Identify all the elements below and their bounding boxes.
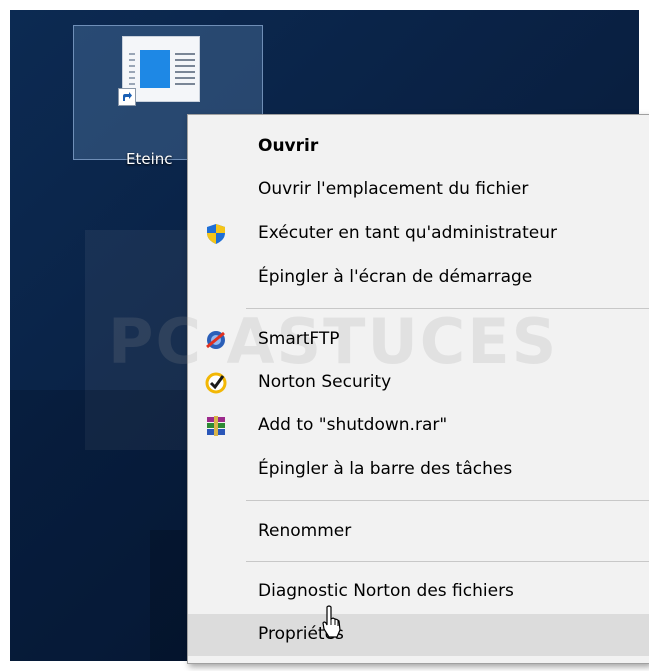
desktop-icon-label: Eteinc bbox=[126, 150, 173, 168]
menu-item-open-file-location[interactable]: Ouvrir l'emplacement du fichier bbox=[188, 169, 649, 211]
smartftp-icon bbox=[205, 329, 227, 351]
menu-item-pin-to-start[interactable]: Épingler à l'écran de démarrage bbox=[188, 257, 649, 299]
menu-separator bbox=[246, 500, 649, 501]
menu-separator bbox=[246, 308, 649, 309]
menu-item-label: Add to "shutdown.rar" bbox=[258, 415, 448, 435]
shortcut-arrow-icon bbox=[118, 88, 136, 106]
menu-item-smartftp[interactable]: SmartFTP bbox=[188, 319, 649, 361]
menu-item-norton-security[interactable]: Norton Security bbox=[188, 362, 649, 404]
uac-shield-icon bbox=[205, 223, 227, 245]
menu-item-open[interactable]: Ouvrir bbox=[188, 126, 649, 168]
menu-item-label: Épingler à la barre des tâches bbox=[258, 459, 513, 479]
desktop-background-shape bbox=[10, 390, 190, 661]
context-menu: PC ASTUCES Ouvrir Ouvrir l'emplacement d… bbox=[108, 114, 649, 664]
menu-item-norton-diagnostic[interactable]: Diagnostic Norton des fichiers bbox=[188, 571, 649, 613]
menu-item-label: Norton Security bbox=[258, 372, 392, 392]
winrar-icon bbox=[205, 415, 227, 437]
menu-item-add-to-rar[interactable]: Add to "shutdown.rar" bbox=[188, 405, 649, 447]
menu-separator bbox=[246, 561, 649, 562]
norton-check-icon bbox=[205, 372, 227, 394]
menu-item-label: Renommer bbox=[258, 521, 352, 541]
menu-item-label: Ouvrir bbox=[258, 136, 319, 156]
menu-item-properties[interactable]: Propriétés bbox=[188, 614, 649, 656]
menu-item-rename[interactable]: Renommer bbox=[188, 511, 649, 553]
mouse-cursor-icon bbox=[322, 605, 341, 638]
menu-item-pin-to-taskbar[interactable]: Épingler à la barre des tâches bbox=[188, 449, 649, 491]
menu-item-label: Exécuter en tant qu'administrateur bbox=[258, 223, 557, 243]
menu-item-label: Ouvrir l'emplacement du fichier bbox=[258, 179, 529, 199]
menu-item-label: SmartFTP bbox=[258, 329, 340, 349]
menu-item-run-as-admin[interactable]: Exécuter en tant qu'administrateur bbox=[188, 213, 649, 255]
menu-item-label: Épingler à l'écran de démarrage bbox=[258, 267, 533, 287]
menu-item-label: Diagnostic Norton des fichiers bbox=[258, 581, 514, 601]
